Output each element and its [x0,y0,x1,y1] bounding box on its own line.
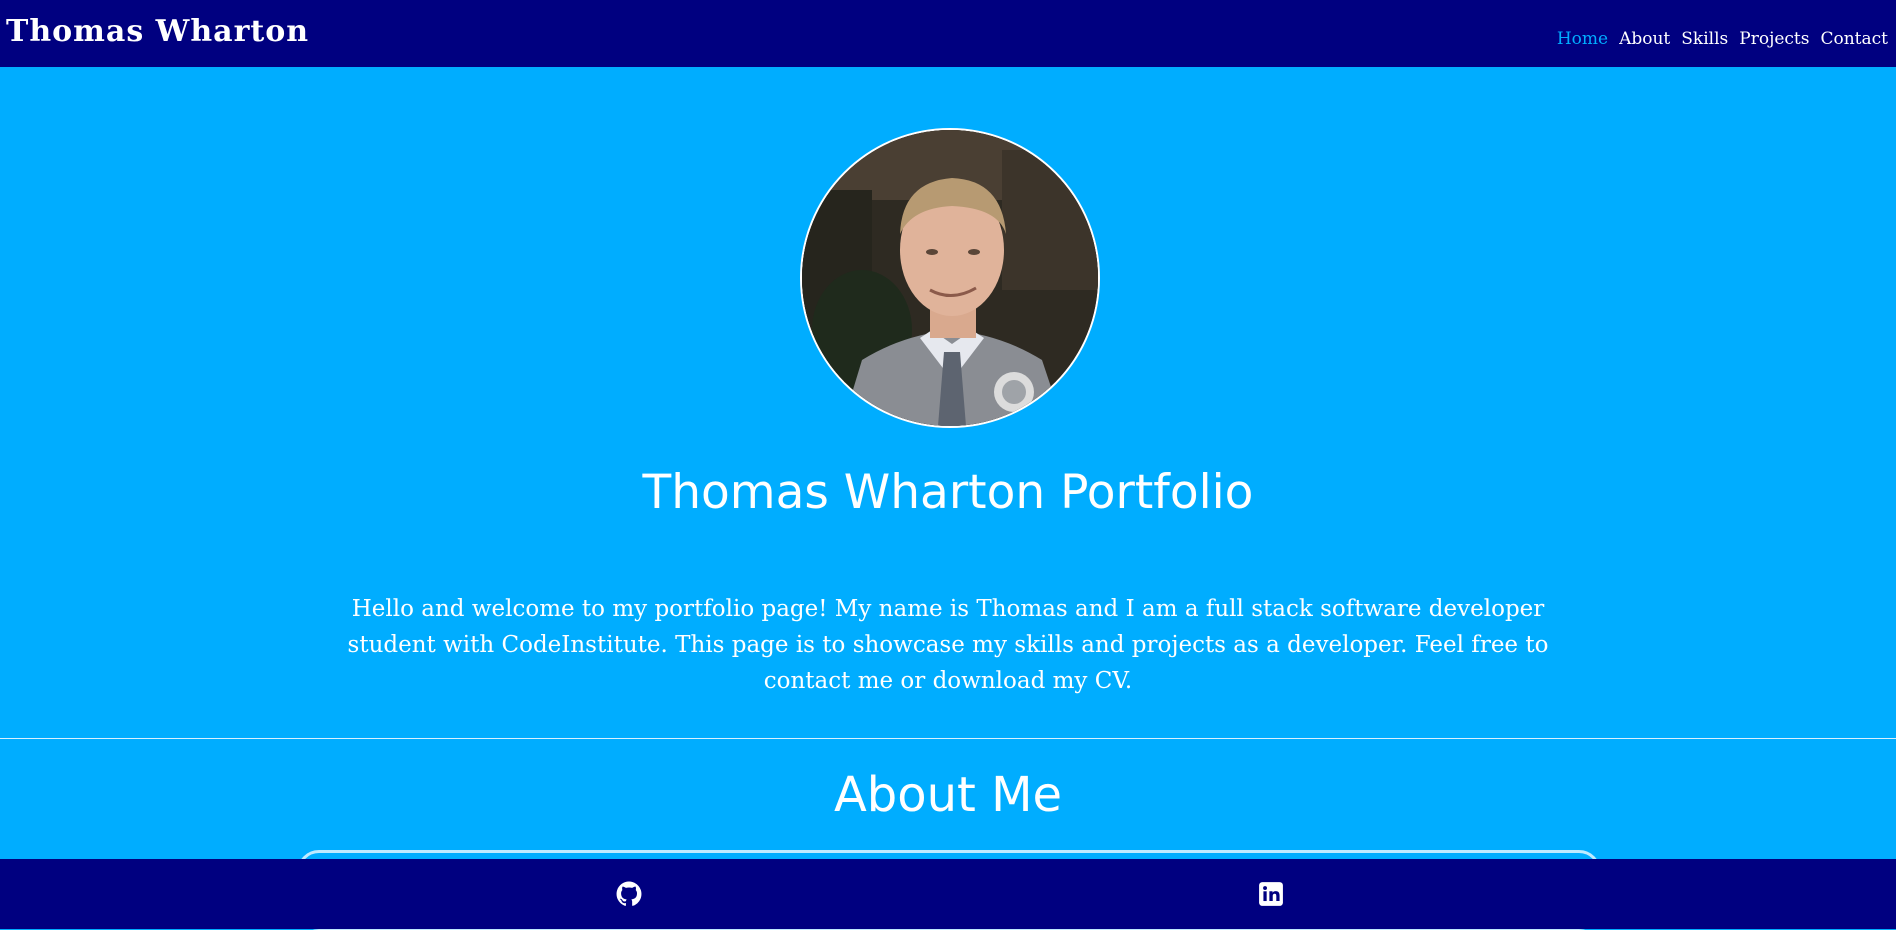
footer [0,859,1896,929]
brand-title[interactable]: Thomas Wharton [6,14,309,49]
profile-photo-illustration [802,130,1098,426]
nav-links: Home About Skills Projects Contact [1557,29,1888,49]
profile-photo [800,128,1100,428]
navbar: Thomas Wharton Home About Skills Project… [0,0,1896,67]
hero-title: Thomas Wharton Portfolio [642,465,1254,520]
linkedin-icon[interactable] [1258,881,1284,907]
section-divider [0,738,1896,739]
nav-link-contact[interactable]: Contact [1820,29,1888,49]
intro-text: Hello and welcome to my portfolio page! … [347,596,1549,694]
nav-link-about[interactable]: About [1619,29,1670,49]
nav-link-home[interactable]: Home [1557,29,1608,49]
nav-link-projects[interactable]: Projects [1739,29,1809,49]
nav-link-skills[interactable]: Skills [1681,29,1728,49]
about-section-title: About Me [833,767,1063,823]
github-icon[interactable] [616,881,642,907]
hero-section: Thomas Wharton Portfolio Hello and welco… [0,67,1896,739]
